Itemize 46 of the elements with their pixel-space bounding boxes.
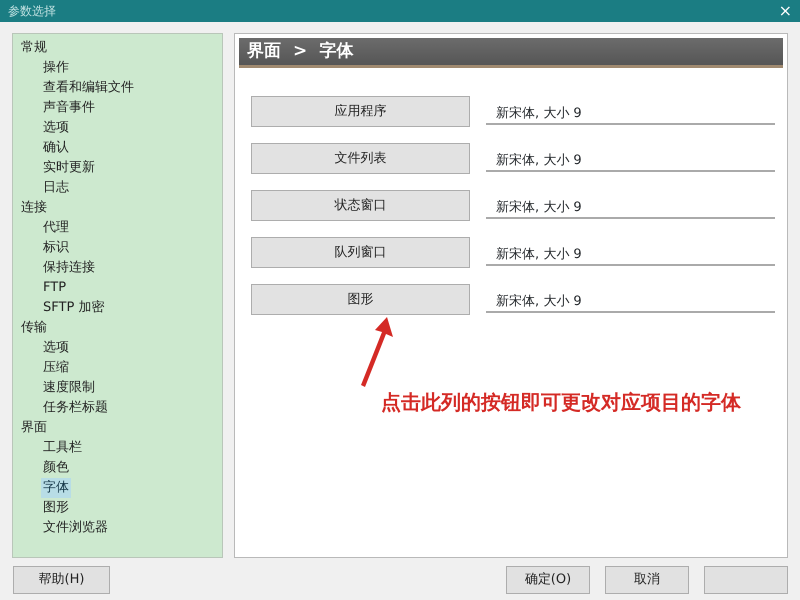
tree-item[interactable]: 工具栏 xyxy=(41,438,84,458)
font-button[interactable]: 图形 xyxy=(251,284,470,315)
breadcrumb-item: 界面 xyxy=(247,40,281,63)
breadcrumb-separator: > xyxy=(293,40,308,63)
annotation-text: 点击此列的按钮即可更改对应项目的字体 xyxy=(381,389,741,416)
font-value: 新宋体, 大小 9 xyxy=(486,293,775,313)
tree-item[interactable]: FTP xyxy=(41,278,68,298)
dialog-button[interactable] xyxy=(704,566,788,594)
font-value: 新宋体, 大小 9 xyxy=(486,246,775,266)
tree-item[interactable]: 文件浏览器 xyxy=(41,518,110,538)
tree-item[interactable]: 界面 xyxy=(19,418,49,438)
tree-item[interactable]: 确认 xyxy=(41,138,71,158)
tree-item[interactable]: 字体 xyxy=(41,478,71,498)
dialog-button[interactable]: 取消 xyxy=(605,566,689,594)
tree-item[interactable]: 查看和编辑文件 xyxy=(41,78,136,98)
help-button[interactable]: 帮助(H) xyxy=(13,566,110,594)
tree-item[interactable]: 声音事件 xyxy=(41,98,97,118)
font-value: 新宋体, 大小 9 xyxy=(486,152,775,172)
font-button[interactable]: 状态窗口 xyxy=(251,190,470,221)
font-value: 新宋体, 大小 9 xyxy=(486,199,775,219)
tree-item[interactable]: 速度限制 xyxy=(41,378,97,398)
tree-item[interactable]: 颜色 xyxy=(41,458,71,478)
font-button[interactable]: 应用程序 xyxy=(251,96,470,127)
tree-item[interactable]: 实时更新 xyxy=(41,158,97,178)
font-button[interactable]: 文件列表 xyxy=(251,143,470,174)
tree-item[interactable]: 连接 xyxy=(19,198,49,218)
arrow-icon xyxy=(359,317,393,387)
tree-item[interactable]: 标识 xyxy=(41,238,71,258)
tree-item[interactable]: SFTP 加密 xyxy=(41,298,106,318)
close-button[interactable]: × xyxy=(778,3,792,19)
breadcrumb-item: 字体 xyxy=(319,40,354,63)
font-button[interactable]: 队列窗口 xyxy=(251,237,470,268)
window-title: 参数选择 xyxy=(8,3,56,20)
tree-item[interactable]: 代理 xyxy=(41,218,71,238)
font-value: 新宋体, 大小 9 xyxy=(486,105,775,125)
tree-item[interactable]: 图形 xyxy=(41,498,71,518)
tree-item[interactable]: 常规 xyxy=(19,38,49,58)
tree-item[interactable]: 日志 xyxy=(41,178,71,198)
tree-item[interactable]: 压缩 xyxy=(41,358,71,378)
tree-item[interactable]: 选项 xyxy=(41,118,71,138)
tree-item[interactable]: 任务栏标题 xyxy=(41,398,110,418)
tree-item[interactable]: 操作 xyxy=(41,58,71,78)
tree-item[interactable]: 保持连接 xyxy=(41,258,97,278)
tree-item[interactable]: 传输 xyxy=(19,318,49,338)
tree-item[interactable]: 选项 xyxy=(41,338,71,358)
dialog-button[interactable]: 确定(O) xyxy=(506,566,590,594)
